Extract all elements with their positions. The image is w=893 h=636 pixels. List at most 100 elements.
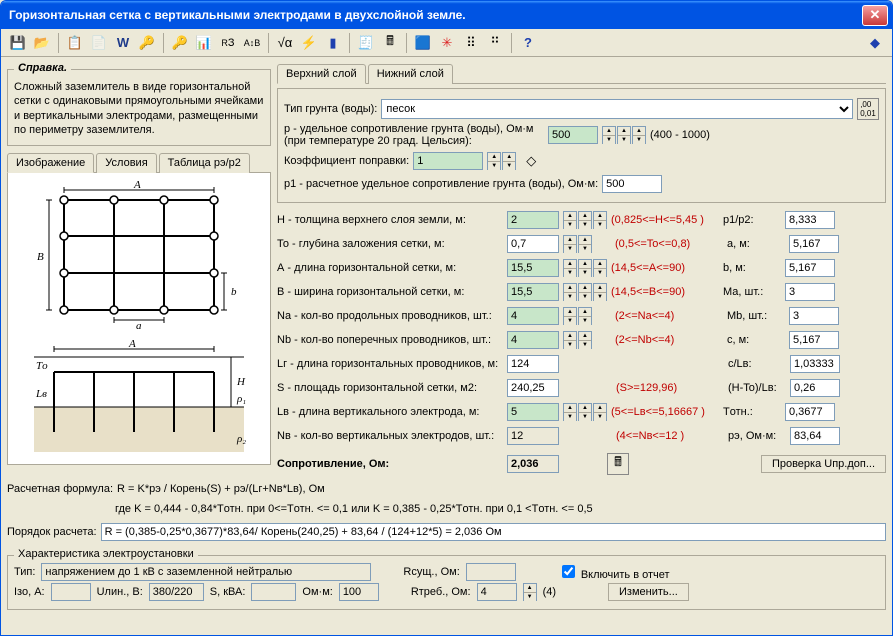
param-spinner[interactable]: ▲▼ [593,211,607,229]
check-voltage-button[interactable]: Проверка Uпр.доп... [761,455,886,473]
param-input[interactable] [507,331,559,349]
param-input[interactable] [507,259,559,277]
param-spinner[interactable]: ▲▼ [578,259,592,277]
tab-image[interactable]: Изображение [7,153,94,173]
param-result-value [789,235,839,253]
param-hint: (2<=Nb<=4) [615,334,723,346]
copy-icon[interactable]: 📋 [64,32,86,54]
soil-k-reset-icon[interactable]: ◇ [520,150,542,172]
param-input[interactable] [507,283,559,301]
param-result-value [785,403,835,421]
char-om-label: Ом·м: [302,586,332,598]
param-result-value [785,259,835,277]
param-spinner[interactable]: ▲▼ [578,403,592,421]
save-icon[interactable]: 💾 [7,32,29,54]
param-spinner[interactable]: ▲▼ [593,403,607,421]
palette-icon[interactable]: 🟦 [412,32,434,54]
param-input[interactable] [507,403,559,421]
param-spinner[interactable]: ▲▼ [563,403,577,421]
soil-type-select[interactable]: песок [381,99,853,119]
chart-icon[interactable]: 📊 [193,32,215,54]
param-result-value [789,307,839,325]
char-rt-label: Rтреб., Ом: [411,586,471,598]
param-row: H - толщина верхнего слоя земли, м:▲▼▲▼▲… [277,209,886,231]
help-icon[interactable]: ? [517,32,539,54]
precision-icon[interactable]: ,000,01 [857,98,879,120]
soil-k-input[interactable] [413,152,483,170]
rz-icon[interactable]: RЗ [217,32,239,54]
param-input [507,427,559,445]
titlebar: Горизонтальная сетка с вертикальными эле… [1,1,892,29]
tab-top-layer[interactable]: Верхний слой [277,64,366,84]
svg-text:Tо: Tо [36,360,48,372]
soil-panel: Тип грунта (воды): песок ,000,01 p - уде… [277,88,886,203]
resistance-label: Сопротивление, Ом: [277,458,503,470]
param-input[interactable] [507,379,559,397]
param-input[interactable] [507,235,559,253]
param-spinner[interactable]: ▲▼ [578,307,592,325]
param-spinner[interactable]: ▲▼ [578,235,592,253]
doc-icon[interactable]: 🧾 [355,32,377,54]
param-spinner[interactable]: ▲▼ [563,235,577,253]
param-result-value [785,211,835,229]
param-row: Lв - длина вертикального электрода, м: ▲▼… [277,401,886,423]
soil-tabs: Верхний слой Нижний слой [277,63,886,84]
char-rt-spinner[interactable]: ▲▼ [523,583,537,601]
param-spinner[interactable]: ▲▼ [578,211,592,229]
include-checkbox-label[interactable]: Включить в отчет [558,562,670,581]
open-icon[interactable]: 📂 [31,32,53,54]
param-label: Lг - длина горизонтальных проводников, м… [277,358,503,370]
tab-bottom-layer[interactable]: Нижний слой [368,64,453,84]
param-label: H - толщина верхнего слоя земли, м: [277,214,503,226]
grid2-icon[interactable]: ⠛ [484,32,506,54]
ab-icon[interactable]: A↕B [241,32,263,54]
key2-icon[interactable]: 🔑 [169,32,191,54]
param-result-label: c, м: [727,334,785,346]
char-rt-hint: (4) [543,586,556,598]
calc-button-icon[interactable]: 🖩 [607,453,629,475]
resistance-value [507,455,559,473]
param-spinner[interactable]: ▲▼ [563,283,577,301]
param-spinner[interactable]: ▲▼ [593,283,607,301]
param-input[interactable] [507,211,559,229]
flag-icon[interactable]: ▮ [322,32,344,54]
edit-button[interactable]: Изменить... [608,583,689,601]
soil-k-spinners[interactable]: ▲▼▲▼ [487,152,516,170]
grid1-icon[interactable]: ⠿ [460,32,482,54]
eraser-icon[interactable]: ◆ [864,32,886,54]
sqrt-icon[interactable]: √α [274,32,296,54]
param-spinner[interactable]: ▲▼ [563,259,577,277]
word-icon[interactable]: W [112,32,134,54]
param-label: Lв - длина вертикального электрода, м: [277,406,503,418]
param-spinner[interactable]: ▲▼ [578,283,592,301]
param-row: B - ширина горизонтальной сетки, м:▲▼▲▼▲… [277,281,886,303]
char-izo-value [51,583,91,601]
char-s-label: S, кВА: [210,586,246,598]
soil-p-spinners[interactable]: ▲▼▲▼▲▼ [602,126,646,144]
param-spinner[interactable]: ▲▼ [563,211,577,229]
param-hint: (0,5<=To<=0,8) [615,238,723,250]
param-spinner[interactable]: ▲▼ [593,259,607,277]
param-row: Na - кол-во продольных проводников, шт.:… [277,305,886,327]
tab-conditions[interactable]: Условия [96,153,156,173]
param-input[interactable] [507,355,559,373]
tab-table[interactable]: Таблица рэ/р2 [159,153,250,173]
soil-p-input[interactable] [548,126,598,144]
paste-icon[interactable]: 📄 [88,32,110,54]
param-row: Nb - кол-во поперечных проводников, шт.:… [277,329,886,351]
section-diagram: A Tо Lв H ρ₁ ρ₂ [24,337,254,457]
char-type-label: Тип: [14,566,35,578]
char-om-value [339,583,379,601]
spark-icon[interactable]: ✳ [436,32,458,54]
bolt-icon[interactable]: ⚡ [298,32,320,54]
include-checkbox[interactable] [562,565,575,578]
param-spinner[interactable]: ▲▼ [563,331,577,349]
param-input[interactable] [507,307,559,325]
param-spinner[interactable]: ▲▼ [578,331,592,349]
param-spinner[interactable]: ▲▼ [563,307,577,325]
calc-icon[interactable]: 🖩 [379,32,401,54]
key1-icon[interactable]: 🔑 [136,32,158,54]
char-ulin-label: Uлин., В: [97,586,143,598]
order-value [101,523,886,541]
close-button[interactable]: ✕ [862,5,888,26]
